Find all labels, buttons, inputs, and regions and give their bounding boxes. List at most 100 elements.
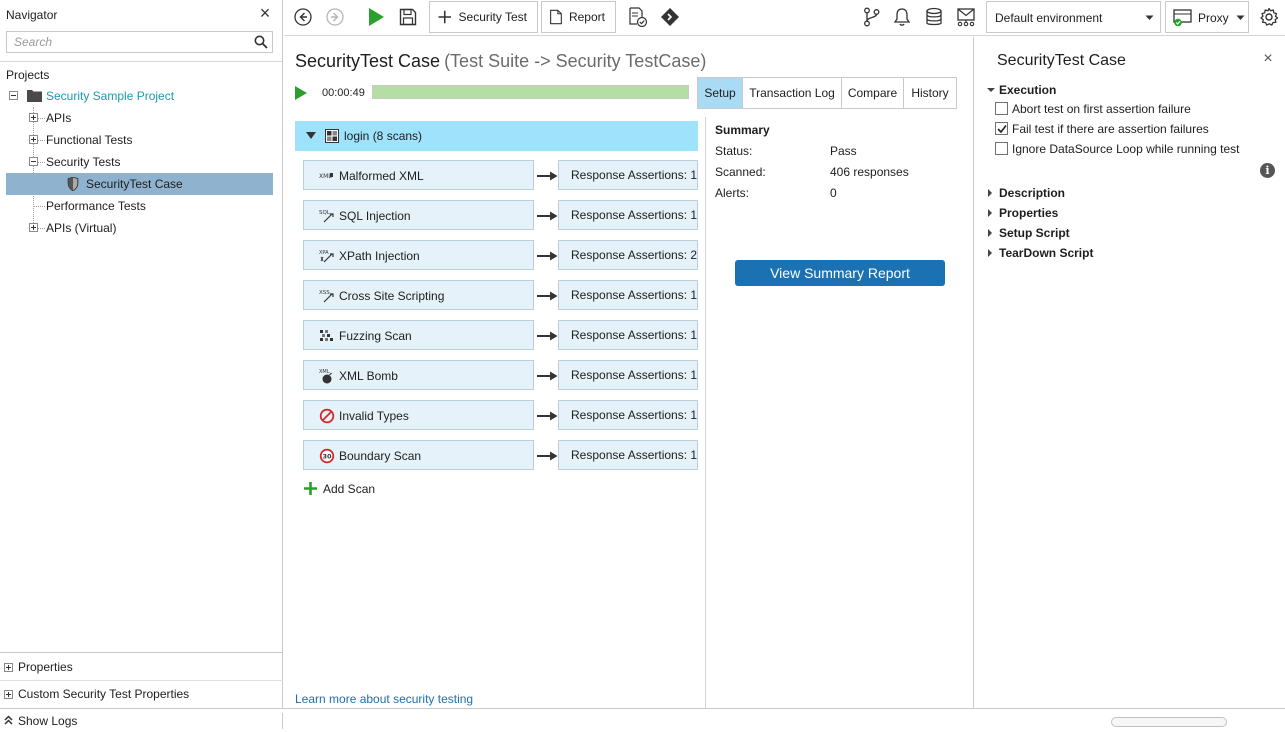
progress-bar (372, 85, 689, 99)
data-sources-button[interactable] (923, 6, 945, 28)
projects-label: Projects (6, 68, 50, 82)
api-hub-button[interactable] (659, 6, 681, 28)
envelope-network-icon (957, 8, 975, 27)
scan-invalid-types[interactable]: Invalid Types (303, 400, 534, 430)
search-input[interactable] (7, 32, 247, 52)
new-security-test-button[interactable]: Security Test (429, 1, 538, 33)
svg-text:XML: XML (319, 369, 330, 375)
search-icon[interactable] (254, 35, 268, 49)
preferences-button[interactable] (1258, 6, 1280, 28)
summary-scanned-value: 406 responses (830, 165, 909, 179)
scan-boundary-scan[interactable]: 30 Boundary Scan (303, 440, 534, 470)
collapsed-triangle-icon (988, 189, 992, 197)
svg-text:30: 30 (322, 453, 332, 461)
scan-cross-site-scripting[interactable]: XSS Cross Site Scripting (303, 280, 534, 310)
assertions-malformed-xml[interactable]: Response Assertions: 1 (558, 160, 698, 190)
collapse-toggle[interactable] (29, 157, 38, 166)
expand-toggle[interactable] (29, 223, 38, 232)
scan-name: XPath Injection (339, 249, 420, 263)
tab-compare[interactable]: Compare (841, 77, 904, 109)
divider (0, 652, 283, 653)
tree-item-label: APIs (Virtual) (46, 221, 117, 235)
gear-icon (1260, 7, 1279, 26)
tree-item-security-sample-project[interactable]: Security Sample Project (8, 85, 273, 107)
tree-item-apis-virtual[interactable]: APIs (Virtual) (28, 217, 273, 239)
tree-item-securitytest-case[interactable]: SecurityTest Case (64, 173, 273, 195)
run-button[interactable] (365, 6, 387, 28)
inspector-close-icon[interactable]: × (1261, 51, 1275, 67)
scan-xpath-injection[interactable]: XPA XPath Injection (303, 240, 534, 270)
expanded-triangle-icon (987, 88, 995, 92)
report-button[interactable]: Report (541, 1, 616, 33)
tab-transaction-log[interactable]: Transaction Log (742, 77, 842, 109)
tree-item-apis[interactable]: APIs (28, 107, 273, 129)
divider (0, 680, 283, 681)
checkbox-box[interactable] (995, 102, 1008, 115)
scan-xml-bomb[interactable]: XML XML Bomb (303, 360, 534, 390)
proxy-button[interactable]: Proxy (1165, 1, 1249, 33)
plus-icon (438, 10, 452, 24)
tab-history[interactable]: History (903, 77, 957, 109)
xml-bomb-icon: XML (319, 369, 332, 384)
svg-text:SQL: SQL (319, 210, 331, 216)
horizontal-scrollbar[interactable] (1111, 717, 1227, 727)
mail-settings-button[interactable] (955, 6, 977, 28)
summary-alerts-label: Alerts: (715, 186, 750, 200)
scan-sql-injection[interactable]: SQL SQL Injection (303, 200, 534, 230)
info-icon[interactable]: i (1260, 163, 1275, 178)
test-step-group-login[interactable]: login (8 scans) (295, 121, 698, 151)
diamond-icon (661, 8, 679, 26)
assertions-cross-site-scripting[interactable]: Response Assertions: 1 (558, 280, 698, 310)
custom-properties-label: Custom Security Test Properties (18, 687, 190, 701)
assertions-boundary-scan[interactable]: Response Assertions: 1 (558, 440, 698, 470)
navigator-header: Navigator × (0, 0, 282, 29)
scan-fuzzing-scan[interactable]: Fuzzing Scan (303, 320, 534, 350)
sql-injection-icon: SQL (319, 210, 334, 223)
back-button[interactable] (292, 6, 314, 28)
notifications-button[interactable] (891, 6, 913, 28)
arrow-right-icon (537, 171, 558, 181)
tab-setup[interactable]: Setup (697, 77, 743, 109)
back-icon (294, 8, 312, 26)
navigator-panel: Navigator × Projects Security Sample Pro… (0, 0, 283, 708)
tree-item-label: Security Sample Project (46, 89, 175, 103)
environment-select[interactable]: Default environment (986, 1, 1161, 33)
learn-more-link[interactable]: Learn more about security testing (295, 692, 473, 706)
invalid-types-icon (319, 408, 335, 424)
collapse-triangle-icon[interactable] (306, 132, 316, 139)
group-label: login (8 scans) (344, 129, 423, 143)
test-options-button[interactable] (627, 6, 649, 28)
page-title-text: SecurityTest Case (295, 51, 441, 71)
properties-panel-toggle[interactable]: Properties (4, 657, 274, 677)
assertions-xml-bomb[interactable]: Response Assertions: 1 (558, 360, 698, 390)
navigator-close-icon[interactable]: × (257, 4, 273, 22)
view-summary-report-button[interactable]: View Summary Report (735, 260, 945, 286)
custom-properties-panel-toggle[interactable]: Custom Security Test Properties (4, 684, 274, 704)
expand-toggle[interactable] (4, 663, 13, 672)
checkbox-label: Ignore DataSource Loop while running tes… (1012, 142, 1240, 156)
environment-value: Default environment (995, 11, 1103, 25)
expand-toggle[interactable] (29, 135, 38, 144)
show-logs-label: Show Logs (18, 714, 78, 728)
tree-item-performance-tests[interactable]: Performance Tests (28, 195, 273, 217)
forward-button[interactable] (324, 6, 346, 28)
chevron-down-icon (1145, 15, 1154, 20)
expand-toggle[interactable] (4, 690, 13, 699)
collapse-toggle[interactable] (9, 91, 18, 100)
checkbox-box[interactable] (995, 122, 1008, 135)
divider (0, 61, 282, 62)
assertions-xpath-injection[interactable]: Response Assertions: 2 (558, 240, 698, 270)
tree-item-functional-tests[interactable]: Functional Tests (28, 129, 273, 151)
checkbox-box[interactable] (995, 142, 1008, 155)
scan-malformed-xml[interactable]: XML Malformed XML (303, 160, 534, 190)
section-label: Setup Script (999, 226, 1070, 240)
assertions-sql-injection[interactable]: Response Assertions: 1 (558, 200, 698, 230)
save-button[interactable] (397, 6, 419, 28)
assertions-fuzzing-scan[interactable]: Response Assertions: 1 (558, 320, 698, 350)
assertions-invalid-types[interactable]: Response Assertions: 1 (558, 400, 698, 430)
expand-toggle[interactable] (29, 113, 38, 122)
tree-item-security-tests[interactable]: Security Tests (28, 151, 273, 173)
arrow-right-icon (537, 371, 558, 381)
git-button[interactable] (861, 6, 883, 28)
run-test-play-icon[interactable] (294, 85, 308, 101)
